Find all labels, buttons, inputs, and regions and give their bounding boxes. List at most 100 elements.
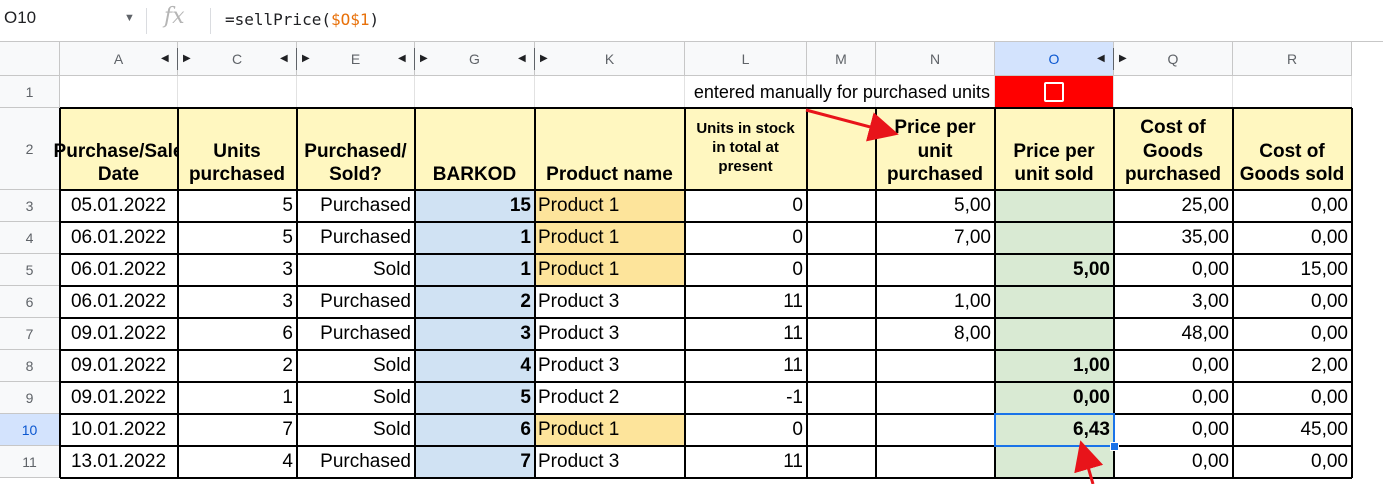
cell-g-8[interactable]: 4 <box>415 350 535 382</box>
cell-e-9[interactable]: Sold <box>297 382 415 414</box>
cell-k-9[interactable]: Product 2 <box>535 382 685 414</box>
expand-right-arrow-icon[interactable]: ▶ <box>1119 42 1127 76</box>
cell-n-5[interactable] <box>876 254 995 286</box>
cell-o-8[interactable]: 1,00 <box>995 350 1114 382</box>
cell-c-6[interactable]: 3 <box>178 286 297 318</box>
collapse-left-arrow-icon[interactable]: ◀ <box>518 42 526 76</box>
select-all-corner[interactable] <box>0 42 60 76</box>
collapse-left-arrow-icon[interactable]: ◀ <box>398 42 406 76</box>
cell-g-5[interactable]: 1 <box>415 254 535 286</box>
cell-a-6[interactable]: 06.01.2022 <box>60 286 178 318</box>
cell-r-3[interactable]: 0,00 <box>1233 190 1352 222</box>
cell-k-3[interactable]: Product 1 <box>535 190 685 222</box>
cell-o-9[interactable]: 0,00 <box>995 382 1114 414</box>
cell-l-10[interactable]: 0 <box>685 414 807 446</box>
cell-r-11[interactable]: 0,00 <box>1233 446 1352 478</box>
cell-a-9[interactable]: 09.01.2022 <box>60 382 178 414</box>
cell-e-10[interactable]: Sold <box>297 414 415 446</box>
cell-r-7[interactable]: 0,00 <box>1233 318 1352 350</box>
cell-l-11[interactable]: 11 <box>685 446 807 478</box>
cell-n-8[interactable] <box>876 350 995 382</box>
row-header-3[interactable]: 3 <box>0 190 60 222</box>
cell-r-6[interactable]: 0,00 <box>1233 286 1352 318</box>
column-header-m[interactable]: M <box>807 42 876 76</box>
cell-r-4[interactable]: 0,00 <box>1233 222 1352 254</box>
cell-q-9[interactable]: 0,00 <box>1114 382 1233 414</box>
cell-k-10[interactable]: Product 1 <box>535 414 685 446</box>
cell-m-11[interactable] <box>807 446 876 478</box>
cell-e-5[interactable]: Sold <box>297 254 415 286</box>
fill-handle[interactable] <box>1110 442 1119 451</box>
cell-e-11[interactable]: Purchased <box>297 446 415 478</box>
cell-n-9[interactable] <box>876 382 995 414</box>
cell-m-7[interactable] <box>807 318 876 350</box>
cell-g-7[interactable]: 3 <box>415 318 535 350</box>
row-header-6[interactable]: 6 <box>0 286 60 318</box>
cell-n-4[interactable]: 7,00 <box>876 222 995 254</box>
cell-q-8[interactable]: 0,00 <box>1114 350 1233 382</box>
cell-o-6[interactable] <box>995 286 1114 318</box>
cell-k-5[interactable]: Product 1 <box>535 254 685 286</box>
cell-o-11[interactable] <box>995 446 1114 478</box>
cell-e-6[interactable]: Purchased <box>297 286 415 318</box>
cell-q-10[interactable]: 0,00 <box>1114 414 1233 446</box>
checkbox-o1[interactable] <box>1044 82 1064 102</box>
cell-n-7[interactable]: 8,00 <box>876 318 995 350</box>
cell-e-3[interactable]: Purchased <box>297 190 415 222</box>
cell[interactable] <box>1114 76 1233 108</box>
cell-k-7[interactable]: Product 3 <box>535 318 685 350</box>
cell-m-10[interactable] <box>807 414 876 446</box>
column-header-k[interactable]: K <box>535 42 685 76</box>
cell-q-11[interactable]: 0,00 <box>1114 446 1233 478</box>
row-header-5[interactable]: 5 <box>0 254 60 286</box>
cell-r-5[interactable]: 15,00 <box>1233 254 1352 286</box>
cell-q-5[interactable]: 0,00 <box>1114 254 1233 286</box>
cell-g-3[interactable]: 15 <box>415 190 535 222</box>
column-header-l[interactable]: L <box>685 42 807 76</box>
cell-l-4[interactable]: 0 <box>685 222 807 254</box>
expand-right-arrow-icon[interactable]: ▶ <box>540 42 548 76</box>
cell-l-6[interactable]: 11 <box>685 286 807 318</box>
cell-a-3[interactable]: 05.01.2022 <box>60 190 178 222</box>
cell[interactable] <box>297 76 415 108</box>
cell-l-3[interactable]: 0 <box>685 190 807 222</box>
cell-q-3[interactable]: 25,00 <box>1114 190 1233 222</box>
cell-k-6[interactable]: Product 3 <box>535 286 685 318</box>
cell-o-4[interactable] <box>995 222 1114 254</box>
cell[interactable] <box>415 76 535 108</box>
cell-k-8[interactable]: Product 3 <box>535 350 685 382</box>
cell-a-10[interactable]: 10.01.2022 <box>60 414 178 446</box>
cell-c-3[interactable]: 5 <box>178 190 297 222</box>
cell-r-8[interactable]: 2,00 <box>1233 350 1352 382</box>
cell-m-4[interactable] <box>807 222 876 254</box>
cell-a-5[interactable]: 06.01.2022 <box>60 254 178 286</box>
formula-input[interactable]: =sellPrice($O$1) <box>225 10 379 29</box>
row-header-10[interactable]: 10 <box>0 414 60 446</box>
cell-l-8[interactable]: 11 <box>685 350 807 382</box>
cell-m-5[interactable] <box>807 254 876 286</box>
cell-q-4[interactable]: 35,00 <box>1114 222 1233 254</box>
cell-k-4[interactable]: Product 1 <box>535 222 685 254</box>
cell[interactable] <box>1233 76 1352 108</box>
cell-m-3[interactable] <box>807 190 876 222</box>
cell-k-11[interactable]: Product 3 <box>535 446 685 478</box>
cell-c-11[interactable]: 4 <box>178 446 297 478</box>
expand-right-arrow-icon[interactable]: ▶ <box>183 42 191 76</box>
cell[interactable] <box>178 76 297 108</box>
cell-l-9[interactable]: -1 <box>685 382 807 414</box>
collapse-left-arrow-icon[interactable]: ◀ <box>280 42 288 76</box>
row-header-1[interactable]: 1 <box>0 76 60 108</box>
cell-e-8[interactable]: Sold <box>297 350 415 382</box>
cell-m-8[interactable] <box>807 350 876 382</box>
row-header-11[interactable]: 11 <box>0 446 60 478</box>
cell-c-4[interactable]: 5 <box>178 222 297 254</box>
row-header-8[interactable]: 8 <box>0 350 60 382</box>
cell-c-10[interactable]: 7 <box>178 414 297 446</box>
cell-g-4[interactable]: 1 <box>415 222 535 254</box>
cell-n-6[interactable]: 1,00 <box>876 286 995 318</box>
cell-m-9[interactable] <box>807 382 876 414</box>
column-header-r[interactable]: R <box>1233 42 1352 76</box>
cell-q-7[interactable]: 48,00 <box>1114 318 1233 350</box>
cell-e-7[interactable]: Purchased <box>297 318 415 350</box>
collapse-left-arrow-icon[interactable]: ◀ <box>1097 42 1105 76</box>
